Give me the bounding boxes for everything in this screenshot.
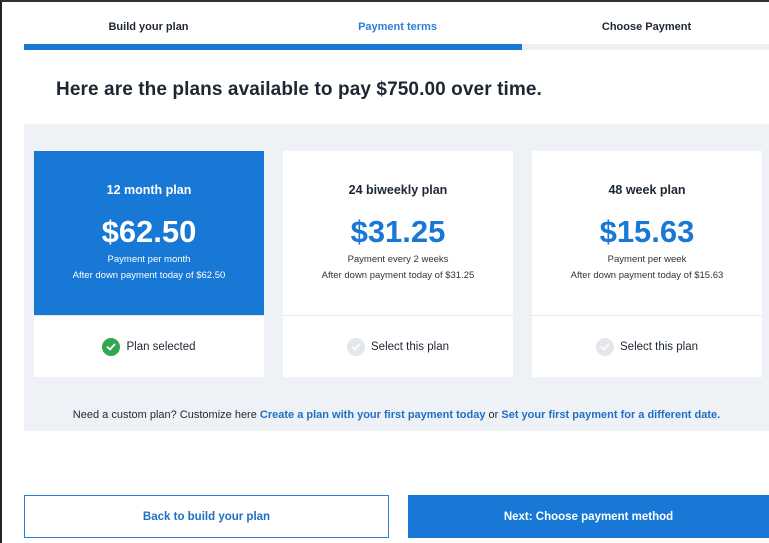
plan-card-12-month[interactable]: 12 month plan $62.50 Payment per month A… (34, 151, 264, 377)
plan-price: $31.25 (350, 214, 446, 249)
step-payment-terms[interactable]: Payment terms (273, 0, 522, 50)
check-circle-outline-icon (596, 337, 614, 356)
check-circle-icon (102, 337, 121, 356)
next-button[interactable]: Next: Choose payment method (408, 495, 769, 538)
plan-frequency: Payment per month (107, 254, 191, 265)
window-frame-left (0, 0, 2, 543)
plan-price: $62.50 (101, 214, 197, 249)
custom-plan-prefix: Need a custom plan? Customize here (72, 409, 257, 421)
plan-frequency: Payment every 2 weeks (347, 254, 449, 265)
create-plan-link[interactable]: Create a plan with your first payment to… (260, 409, 486, 421)
stepper-progress-bar (24, 44, 522, 50)
plan-down-payment: After down payment today of $31.25 (321, 270, 475, 281)
plans-panel: 12 month plan $62.50 Payment per month A… (24, 124, 769, 431)
plan-select-button[interactable]: Select this plan (532, 316, 762, 377)
back-button[interactable]: Back to build your plan (24, 495, 389, 538)
plan-title: 12 month plan (106, 183, 192, 197)
plan-frequency: Payment per week (607, 254, 687, 265)
plan-card-header: 48 week plan $15.63 Payment per week Aft… (532, 151, 762, 315)
plan-card-header: 12 month plan $62.50 Payment per month A… (34, 151, 264, 315)
plan-select-button[interactable]: Select this plan (283, 316, 513, 377)
plan-title: 48 week plan (608, 183, 686, 197)
plan-price: $15.63 (599, 214, 695, 249)
stepper-remaining-bar (522, 44, 769, 50)
custom-plan-joiner: or (488, 409, 499, 421)
page-title: Here are the plans available to pay $750… (56, 79, 542, 100)
plan-card-header: 24 biweekly plan $31.25 Payment every 2 … (283, 151, 513, 315)
plan-action-label: Plan selected (126, 340, 196, 353)
check-circle-outline-icon (347, 337, 365, 356)
plan-down-payment: After down payment today of $15.63 (570, 270, 724, 281)
plan-down-payment: After down payment today of $62.50 (72, 270, 226, 281)
plan-card-48-week[interactable]: 48 week plan $15.63 Payment per week Aft… (532, 151, 762, 377)
step-choose-payment[interactable]: Choose Payment (522, 0, 769, 50)
step-build-your-plan[interactable]: Build your plan (24, 0, 273, 50)
plan-title: 24 biweekly plan (348, 183, 448, 197)
custom-plan-text: Need a custom plan? Customize here Creat… (24, 409, 769, 421)
set-first-payment-link[interactable]: Set your first payment for a different d… (501, 409, 720, 421)
plan-action-label: Select this plan (371, 340, 449, 353)
plan-select-button[interactable]: Plan selected (34, 316, 264, 377)
progress-stepper: Build your plan Payment terms Choose Pay… (24, 0, 769, 50)
plan-action-label: Select this plan (620, 340, 698, 353)
plan-card-24-biweekly[interactable]: 24 biweekly plan $31.25 Payment every 2 … (283, 151, 513, 377)
